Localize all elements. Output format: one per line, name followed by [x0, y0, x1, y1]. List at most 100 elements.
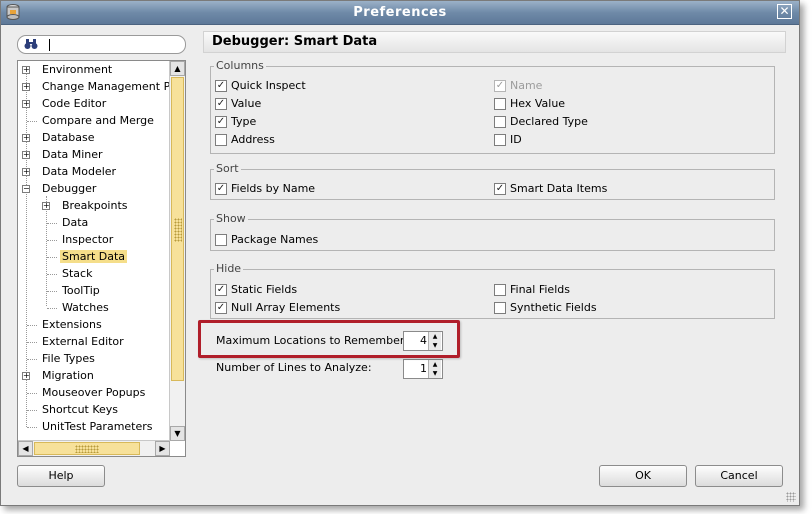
lines-to-analyze-value[interactable]: 1: [420, 360, 427, 378]
tree-item-extensions[interactable]: Extensions: [22, 317, 104, 333]
package-names-label: Package Names: [231, 233, 319, 246]
tree-item-data-miner[interactable]: + Data Miner: [22, 147, 105, 163]
tree-item-label: Data: [62, 216, 89, 229]
scroll-thumb[interactable]: [34, 442, 140, 455]
tree-item-breakpoints[interactable]: + Breakpoints: [42, 198, 130, 214]
tree-item-label: UnitTest Parameters: [42, 420, 153, 433]
checkmark-icon[interactable]: ✓: [215, 80, 227, 92]
address-label: Address: [231, 133, 275, 146]
sort-group: Sort ✓ Fields by Name ✓ Smart Data Items: [210, 162, 775, 200]
tree-item-label: Breakpoints: [62, 199, 128, 212]
binoculars-icon: [24, 38, 38, 53]
tree-item-file-types[interactable]: File Types: [22, 351, 97, 367]
tree-item-watches[interactable]: Watches: [42, 300, 111, 316]
tree-item-label: Change Management Pa: [42, 80, 177, 93]
lines-to-analyze-spinner[interactable]: 1 ▲ ▼: [403, 359, 443, 379]
tree-item-shortcut-keys[interactable]: Shortcut Keys: [22, 402, 120, 418]
smart-data-items-label: Smart Data Items: [510, 182, 608, 195]
tree-item-database[interactable]: + Database: [22, 130, 97, 146]
scroll-up-arrow-icon[interactable]: ▲: [170, 61, 185, 76]
search-input[interactable]: [48, 37, 178, 52]
hex-value-label: Hex Value: [510, 97, 566, 110]
checkbox-box[interactable]: [494, 98, 506, 110]
checkmark-icon[interactable]: ✓: [215, 98, 227, 110]
checkbox-box[interactable]: [494, 134, 506, 146]
show-group: Show Package Names: [210, 212, 775, 251]
tree-item-data[interactable]: Data: [42, 215, 90, 231]
tree-item-migration[interactable]: + Migration: [22, 368, 96, 384]
show-legend: Show: [214, 212, 248, 226]
checkbox-box[interactable]: [494, 116, 506, 128]
expand-icon[interactable]: +: [22, 83, 30, 91]
value-label: Value: [231, 97, 262, 110]
checkbox-box[interactable]: [494, 284, 506, 296]
checkmark-icon[interactable]: ✓: [494, 183, 506, 195]
tree-item-environment[interactable]: + Environment: [22, 62, 114, 78]
tree-item-external-editor[interactable]: External Editor: [22, 334, 126, 350]
text-cursor: [49, 39, 50, 51]
scroll-down-arrow-icon[interactable]: ▼: [170, 426, 185, 441]
tree-item-smart-data[interactable]: Smart Data: [42, 249, 128, 265]
title-bar[interactable]: Preferences ✕: [1, 1, 799, 25]
expand-icon[interactable]: +: [22, 151, 30, 159]
tree-item-inspector[interactable]: Inspector: [42, 232, 115, 248]
close-button[interactable]: ✕: [777, 4, 792, 19]
lines-to-analyze-label: Number of Lines to Analyze:: [216, 361, 372, 374]
tree-item-label: External Editor: [42, 335, 124, 348]
tree-item-code-editor[interactable]: + Code Editor: [22, 96, 108, 112]
help-button[interactable]: Help: [17, 465, 105, 487]
checkbox-box[interactable]: [494, 302, 506, 314]
tree-line: [47, 274, 57, 275]
resize-grip[interactable]: [786, 492, 796, 502]
tree-item-mouseover-popups[interactable]: Mouseover Popups: [22, 385, 147, 401]
search-box[interactable]: [17, 35, 186, 54]
tree-item-label: Database: [42, 131, 95, 144]
scroll-left-arrow-icon[interactable]: ◀: [18, 441, 33, 456]
tree-item-label: Shortcut Keys: [42, 403, 119, 416]
checkmark-icon[interactable]: ✓: [215, 284, 227, 296]
tree-item-label: Code Editor: [42, 97, 107, 110]
tree-item-change-management[interactable]: + Change Management Pa: [22, 79, 178, 95]
tree-line: [27, 342, 37, 343]
tree-item-label: Watches: [62, 301, 109, 314]
tree-item-unittest-parameters[interactable]: UnitTest Parameters: [22, 419, 155, 435]
expand-icon[interactable]: +: [42, 202, 50, 210]
preferences-tree[interactable]: + Environment + Change Management Pa + Code…: [17, 60, 186, 457]
spin-down-arrow-icon[interactable]: ▼: [429, 369, 441, 378]
tree-item-compare-and-merge[interactable]: Compare and Merge: [22, 113, 156, 129]
tree-line: [47, 257, 57, 258]
tree-item-stack[interactable]: Stack: [42, 266, 94, 282]
tree-line: [27, 359, 37, 360]
tree-item-label: Stack: [62, 267, 93, 280]
cancel-button[interactable]: Cancel: [695, 465, 783, 487]
tree-vertical-scrollbar[interactable]: ▲ ▼: [169, 61, 185, 441]
checkmark-icon[interactable]: ✓: [215, 183, 227, 195]
tree-item-data-modeler[interactable]: + Data Modeler: [22, 164, 118, 180]
settings-panel: Debugger: Smart Data Columns ✓ Quick Insp…: [203, 31, 786, 451]
scroll-right-arrow-icon[interactable]: ▶: [155, 441, 170, 456]
tree-horizontal-scrollbar[interactable]: ◀ ▶: [18, 440, 170, 456]
tree-item-label: Debugger: [42, 182, 97, 195]
tree-item-label: File Types: [42, 352, 95, 365]
synthetic-fields-label: Synthetic Fields: [510, 301, 597, 314]
collapse-icon[interactable]: −: [22, 185, 30, 193]
thumb-grip: [75, 445, 99, 453]
expand-icon[interactable]: +: [22, 66, 30, 74]
checkbox-box[interactable]: [215, 234, 227, 246]
expand-icon[interactable]: +: [22, 372, 30, 380]
page-title: Debugger: Smart Data: [203, 31, 786, 53]
expand-icon[interactable]: +: [22, 100, 30, 108]
expand-icon[interactable]: +: [22, 134, 30, 142]
tree-item-tooltip[interactable]: ToolTip: [42, 283, 102, 299]
expand-icon[interactable]: +: [22, 168, 30, 176]
thumb-grip: [174, 218, 182, 242]
callout-highlight-box: [198, 320, 460, 358]
checkmark-icon[interactable]: ✓: [215, 116, 227, 128]
checkbox-box[interactable]: [215, 134, 227, 146]
scroll-thumb[interactable]: [171, 77, 184, 381]
checkmark-icon[interactable]: ✓: [215, 302, 227, 314]
tree-item-debugger[interactable]: − Debugger: [22, 181, 98, 197]
ok-button[interactable]: OK: [599, 465, 687, 487]
id-label: ID: [510, 133, 522, 146]
checkmark-icon: ✓: [494, 80, 506, 92]
